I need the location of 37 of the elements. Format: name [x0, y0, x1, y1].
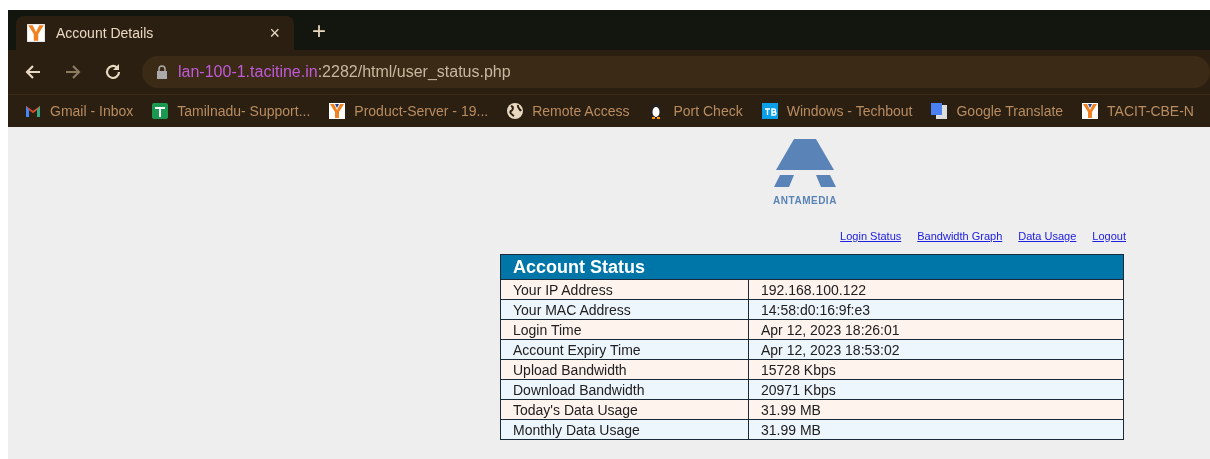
translate-icon — [930, 102, 949, 120]
sheet-icon — [151, 102, 170, 120]
table-cell: Account Expiry Time — [500, 339, 749, 360]
bookmark[interactable]: Gmail - Inbox — [24, 102, 134, 120]
tb-badge-icon — [760, 102, 779, 120]
nav-link[interactable]: Data Usage — [1018, 230, 1077, 242]
y-logo-icon — [328, 102, 347, 120]
bookmark[interactable]: Tamilnadu- Support... — [151, 102, 311, 120]
nav-link[interactable]: Bandwidth Graph — [917, 230, 1003, 242]
table-cell: Today's Data Usage — [500, 399, 749, 420]
lock-icon — [156, 65, 168, 79]
bookmark[interactable]: TACIT-CBE-N — [1081, 102, 1194, 120]
address-bar[interactable]: lan-100-1.tacitine.in:2282/html/user_status.php — [142, 56, 1210, 88]
close-tab-button[interactable]: × — [265, 22, 284, 44]
table-cell: Download Bandwidth — [500, 379, 749, 400]
bookmark[interactable]: Windows - Techbout — [760, 102, 913, 120]
tab-title: Account Details — [56, 25, 155, 41]
table-cell: Monthly Data Usage — [500, 419, 749, 440]
new-tab-button[interactable]: + — [306, 16, 332, 46]
table-cell: Login Time — [500, 319, 749, 340]
bookmark[interactable]: Remote Access — [506, 102, 630, 120]
table-cell: Your IP Address — [500, 279, 749, 300]
logo-text: ANTAMEDIA — [773, 195, 837, 206]
globe-icon — [506, 102, 525, 120]
y-logo-icon — [1081, 102, 1100, 120]
table-cell: Upload Bandwidth — [500, 359, 749, 380]
table-cell: Your MAC Address — [500, 299, 749, 320]
table-title: Account Status — [500, 254, 1124, 280]
bookmark[interactable]: Google Translate — [930, 102, 1064, 120]
browser-tab[interactable]: Account Details × — [16, 16, 294, 50]
y-logo-icon — [26, 23, 46, 43]
bookmark[interactable]: Product-Server - 19... — [328, 102, 489, 120]
nav-link[interactable]: Logout — [1092, 230, 1126, 242]
nav-link[interactable]: Login Status — [840, 230, 902, 242]
table-cell: 192.168.100.122 — [748, 279, 1124, 300]
url-text: lan-100-1.tacitine.in:2282/html/user_status.php — [178, 63, 511, 81]
bookmark[interactable]: Port Check — [647, 102, 743, 120]
